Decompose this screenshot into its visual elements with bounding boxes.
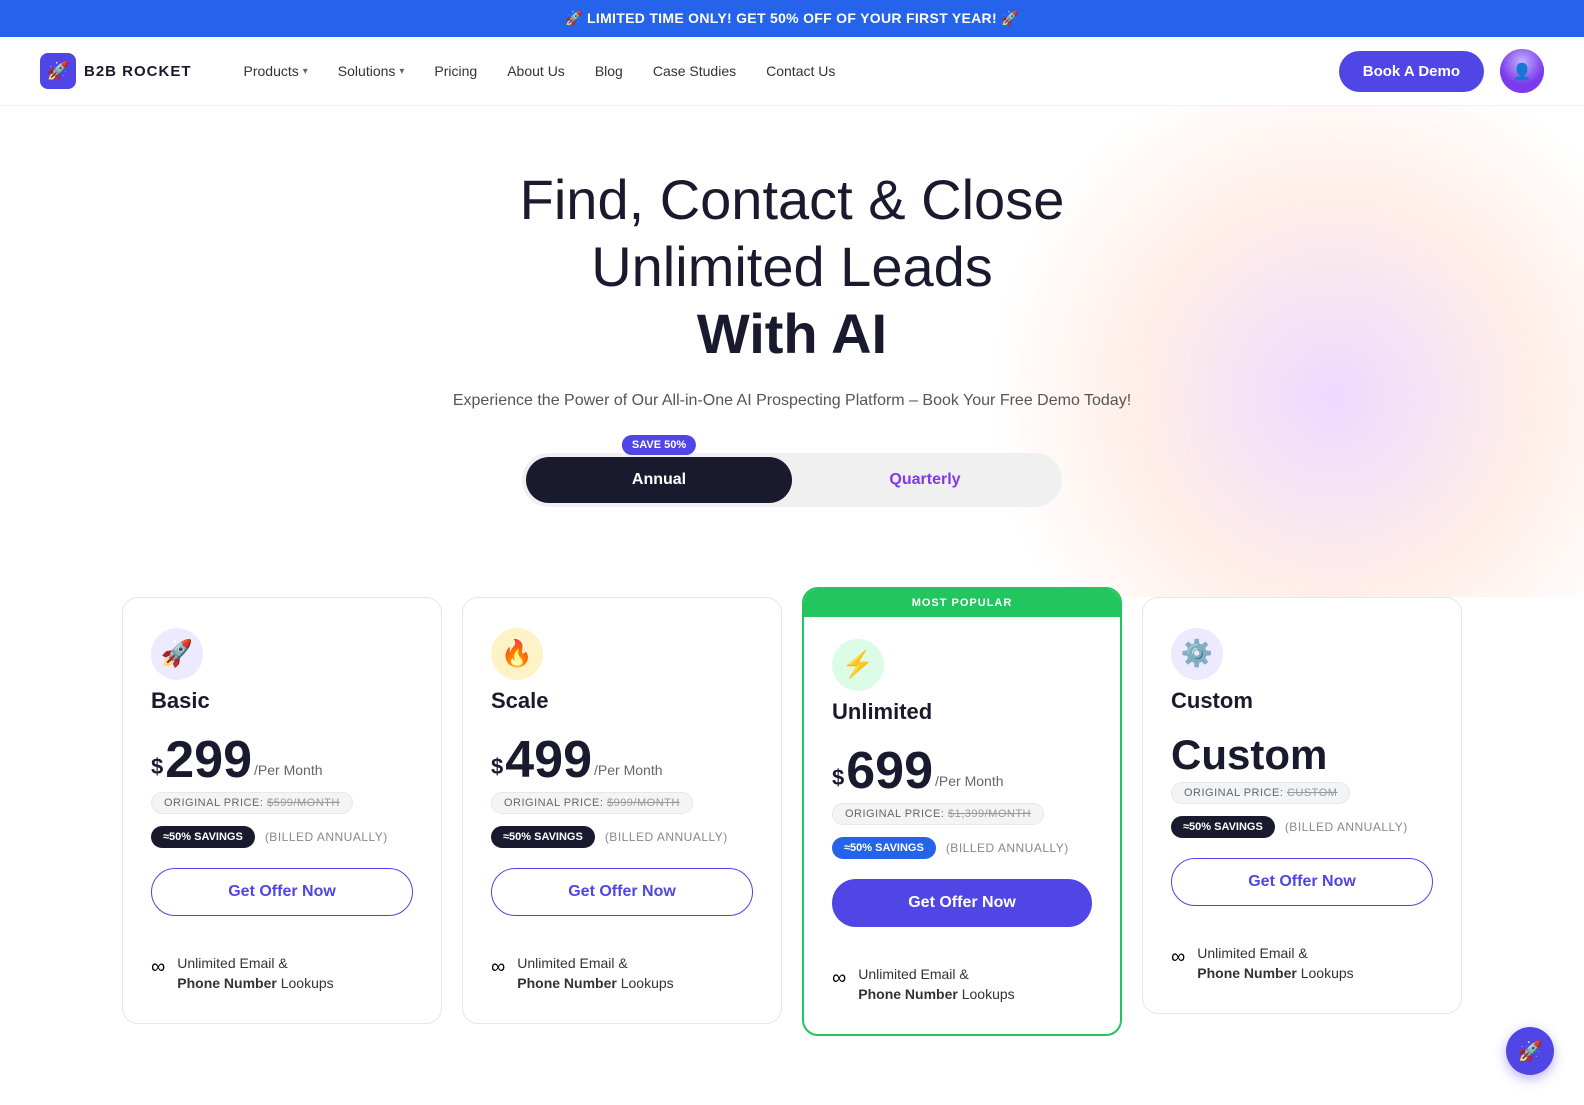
nav-item-contact[interactable]: Contact Us [754,55,847,87]
promo-banner: 🚀 LIMITED TIME ONLY! GET 50% OFF OF YOUR… [0,0,1584,37]
nav-item-blog[interactable]: Blog [583,55,635,87]
svg-text:⚙️: ⚙️ [1181,638,1213,668]
chevron-down-icon: ▾ [399,66,404,77]
billing-toggle: SAVE 50% Annual Quarterly [40,453,1544,507]
save-badge: SAVE 50% [622,435,696,455]
nav-item-solutions[interactable]: Solutions ▾ [326,55,417,87]
navbar: 🚀 B2B ROCKET Products ▾ Solutions ▾ Pric… [0,37,1584,106]
plan-icon-unlimited: ⚡ [832,639,884,691]
svg-text:⚡: ⚡ [842,649,874,680]
pricing-section: 🚀 Basic $ 299 /Per Month ORIGINAL PRICE:… [0,597,1584,1096]
plan-name-basic: Basic [151,688,413,714]
feature-row-custom: ∞ Unlimited Email & Phone Number Lookups [1171,944,1433,983]
savings-badge-scale: ≈50% SAVINGS [491,826,595,848]
plan-name-scale: Scale [491,688,753,714]
plan-price-custom: Custom [1171,734,1433,776]
svg-text:🔥: 🔥 [501,638,533,668]
savings-row-custom: ≈50% SAVINGS (BILLED ANNUALLY) [1171,816,1433,838]
pricing-card-unlimited: MOST POPULAR ⚡ Unlimited $ 699 /Per Mont… [802,587,1122,1036]
hero-section: Find, Contact & Close Unlimited Leads Wi… [0,106,1584,597]
get-offer-scale[interactable]: Get Offer Now [491,868,753,916]
original-price-custom: ORIGINAL PRICE: CUSTOM [1171,782,1350,804]
infinity-icon-unlimited: ∞ [832,967,846,990]
infinity-icon-custom: ∞ [1171,946,1185,969]
savings-badge-unlimited: ≈50% SAVINGS [832,837,936,859]
user-avatar[interactable]: 👤 [1500,49,1544,93]
pricing-card-basic: 🚀 Basic $ 299 /Per Month ORIGINAL PRICE:… [122,597,442,1024]
hero-title-line3: With AI [697,302,887,365]
get-offer-custom[interactable]: Get Offer Now [1171,858,1433,906]
logo[interactable]: 🚀 B2B ROCKET [40,53,192,89]
plan-price-basic: $ 299 /Per Month [151,734,413,786]
feature-row-basic: ∞ Unlimited Email & Phone Number Lookups [151,954,413,993]
pricing-card-scale: 🔥 Scale $ 499 /Per Month ORIGINAL PRICE:… [462,597,782,1024]
feature-row-unlimited: ∞ Unlimited Email & Phone Number Lookups [832,965,1092,1004]
plan-icon-basic: 🚀 [151,628,203,680]
savings-row-unlimited: ≈50% SAVINGS (BILLED ANNUALLY) [832,837,1092,859]
savings-badge-basic: ≈50% SAVINGS [151,826,255,848]
nav-item-about[interactable]: About Us [495,55,577,87]
svg-text:👤: 👤 [1512,62,1532,81]
hero-title-line2: Unlimited Leads [591,235,993,298]
savings-row-scale: ≈50% SAVINGS (BILLED ANNUALLY) [491,826,753,848]
plan-icon-scale: 🔥 [491,628,543,680]
original-price-scale: ORIGINAL PRICE: $999/MONTH [491,792,693,814]
toggle-quarterly[interactable]: Quarterly [792,457,1058,503]
savings-row-basic: ≈50% SAVINGS (BILLED ANNUALLY) [151,826,413,848]
infinity-icon-basic: ∞ [151,956,165,979]
toggle-annual[interactable]: SAVE 50% Annual [526,457,792,503]
popular-badge: MOST POPULAR [804,589,1120,617]
toggle-pill: SAVE 50% Annual Quarterly [522,453,1062,507]
book-demo-button[interactable]: Book A Demo [1339,51,1484,92]
nav-item-products[interactable]: Products ▾ [232,55,320,87]
logo-icon: 🚀 [40,53,76,89]
chat-icon: 🚀 [1518,1039,1543,1064]
hero-title: Find, Contact & Close Unlimited Leads Wi… [40,166,1544,368]
feature-row-scale: ∞ Unlimited Email & Phone Number Lookups [491,954,753,993]
savings-badge-custom: ≈50% SAVINGS [1171,816,1275,838]
svg-text:🚀: 🚀 [161,638,193,668]
logo-text: B2B ROCKET [84,63,192,80]
plan-price-scale: $ 499 /Per Month [491,734,753,786]
pricing-card-custom: ⚙️ Custom Custom ORIGINAL PRICE: CUSTOM … [1142,597,1462,1014]
plan-name-custom: Custom [1171,688,1433,714]
hero-subtitle: Experience the Power of Our All-in-One A… [40,388,1544,414]
infinity-icon-scale: ∞ [491,956,505,979]
banner-text: 🚀 LIMITED TIME ONLY! GET 50% OFF OF YOUR… [565,10,1019,26]
plan-name-unlimited: Unlimited [832,699,1092,725]
original-price-basic: ORIGINAL PRICE: $599/MONTH [151,792,353,814]
get-offer-unlimited[interactable]: Get Offer Now [832,879,1092,927]
plan-icon-custom: ⚙️ [1171,628,1223,680]
get-offer-basic[interactable]: Get Offer Now [151,868,413,916]
hero-title-line1: Find, Contact & Close [520,168,1065,231]
nav-links: Products ▾ Solutions ▾ Pricing About Us … [232,55,1339,87]
nav-item-case-studies[interactable]: Case Studies [641,55,748,87]
original-price-unlimited: ORIGINAL PRICE: $1,399/MONTH [832,803,1044,825]
plan-price-unlimited: $ 699 /Per Month [832,745,1092,797]
nav-item-pricing[interactable]: Pricing [422,55,489,87]
chat-button[interactable]: 🚀 [1506,1027,1554,1075]
chevron-down-icon: ▾ [303,66,308,77]
